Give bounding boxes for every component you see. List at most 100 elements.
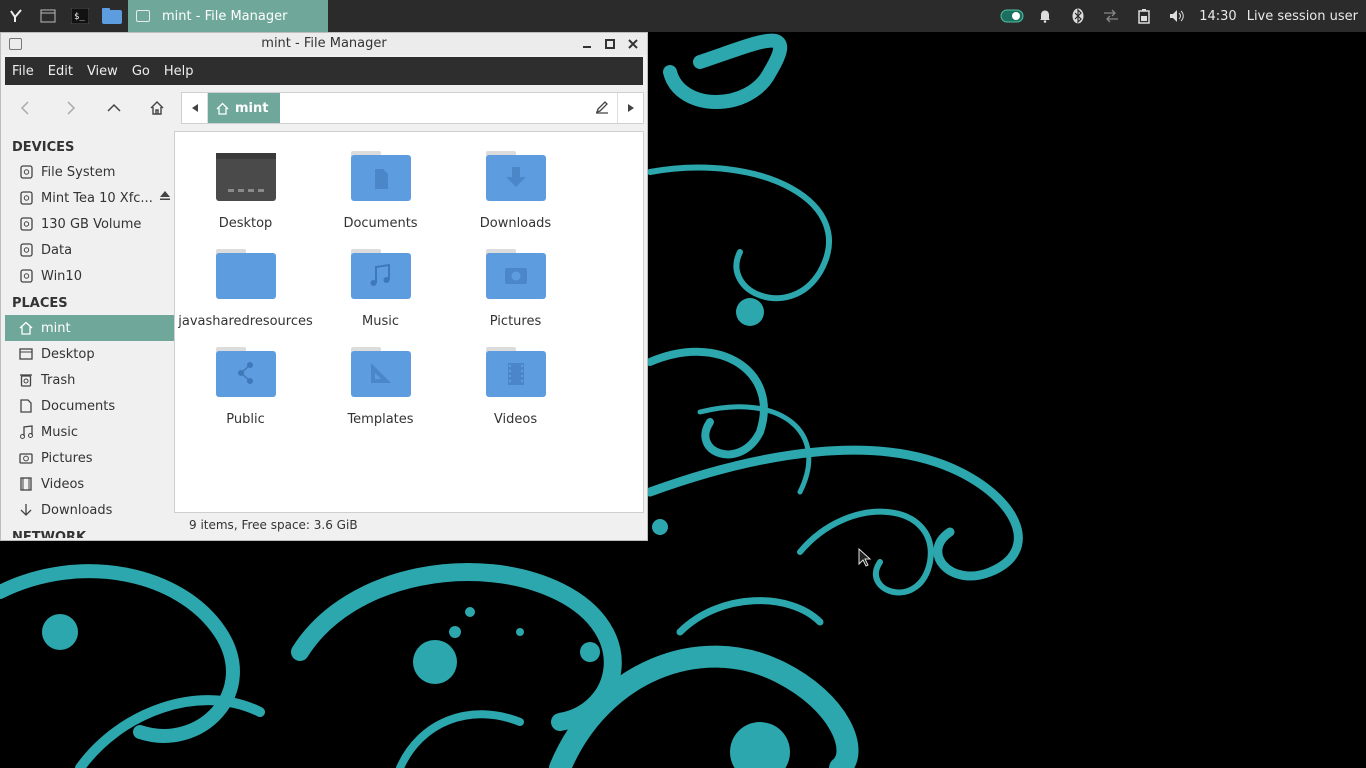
sidebar-item-downloads[interactable]: Downloads [5,497,174,523]
notifications-tray-item[interactable] [1028,0,1061,32]
file-item-desktop[interactable]: Desktop [178,149,313,231]
sidebar-item-label: Videos [41,476,85,492]
sidebar-item-win10[interactable]: Win10 [5,263,174,289]
sidebar-item-videos[interactable]: Videos [5,471,174,497]
breadcrumb-label: mint [235,100,269,116]
home-icon [19,321,33,335]
network-disconnected-icon [1103,9,1118,23]
file-item-music[interactable]: Music [313,247,448,329]
camera-icon [19,451,33,465]
sidebar-item-label: Documents [41,398,116,414]
file-manager-launcher[interactable] [96,0,128,32]
clock[interactable]: 14:30 [1193,9,1244,24]
bluetooth-icon [1072,8,1084,24]
file-item-label: Desktop [218,216,273,231]
eject-icon[interactable] [160,191,170,203]
videos-folder-icon [484,345,548,399]
file-item-downloads[interactable]: Downloads [448,149,583,231]
home-folder-icon [102,8,122,24]
sidebar-item-mint[interactable]: mint [5,315,174,341]
pictures-folder-icon [484,247,548,301]
breadcrumb-mint[interactable]: mint [208,93,281,123]
edit-location-button[interactable] [595,100,609,118]
window-titlebar[interactable]: mint - File Manager [1,33,647,55]
user-menu[interactable]: Live session user [1245,9,1366,24]
documents-folder-icon [349,149,413,203]
path-bar: mint [181,92,644,124]
path-scroll-right-button[interactable] [617,93,643,123]
chevron-right-icon [66,101,75,115]
close-button[interactable] [624,35,641,52]
sidebar-item-label: Desktop [41,346,95,362]
show-desktop-button[interactable] [32,0,64,32]
toggle-switch-icon [1000,9,1024,23]
speaker-icon [1169,10,1184,22]
sidebar-item-file-system[interactable]: File System [5,159,174,185]
close-icon [627,38,638,49]
sidebar-item-data[interactable]: Data [5,237,174,263]
parent-folder-button[interactable] [92,85,135,131]
file-item-videos[interactable]: Videos [448,345,583,427]
sidebar-item-trash[interactable]: Trash [5,367,174,393]
battery-icon [1137,9,1150,24]
sidebar-item-label: Music [41,424,78,440]
sidebar-item-label: Pictures [41,450,93,466]
devices-header: DEVICES [12,140,75,155]
back-button[interactable] [1,85,49,131]
minimize-button[interactable] [578,35,595,52]
drive-icon [19,191,33,205]
sidebar-item-music[interactable]: Music [5,419,174,445]
desktop-icon [19,347,33,361]
sidebar-item-desktop[interactable]: Desktop [5,341,174,367]
menu-help[interactable]: Help [157,64,201,79]
bluetooth-tray-item[interactable] [1061,0,1094,32]
status-bar: 9 items, Free space: 3.6 GiB [189,518,358,532]
file-item-javasharedresources[interactable]: javasharedresources [178,247,313,329]
whisker-menu-button[interactable] [0,0,32,32]
taskbar-file-manager[interactable]: mint - File Manager [128,0,328,32]
sidebar-item-130gb-volume[interactable]: 130 GB Volume [5,211,174,237]
sidebar-item-pictures[interactable]: Pictures [5,445,174,471]
terminal-icon: $_ [71,8,89,24]
drive-icon [19,269,33,283]
drive-icon [19,243,33,257]
file-item-label: javasharedresources [178,314,313,329]
sidebar-item-documents[interactable]: Documents [5,393,174,419]
file-item-pictures[interactable]: Pictures [448,247,583,329]
music-folder-icon [349,247,413,301]
sidebar-item-label: 130 GB Volume [41,216,142,232]
menu-edit[interactable]: Edit [41,64,80,79]
drive-icon [19,165,33,179]
power-tray-item[interactable] [1127,0,1160,32]
file-item-public[interactable]: Public [178,345,313,427]
chevron-up-icon [106,103,121,112]
terminal-launcher[interactable]: $_ [64,0,96,32]
svg-text:$_: $_ [74,12,85,22]
window-title: mint - File Manager [261,36,387,51]
volume-tray-item[interactable] [1160,0,1193,32]
sidebar-item-label: mint [41,320,71,336]
chevron-left-icon [20,101,29,115]
home-button[interactable] [135,85,178,131]
file-item-label: Videos [493,412,538,427]
menu-go[interactable]: Go [125,64,157,79]
maximize-button[interactable] [601,35,618,52]
menu-view[interactable]: View [80,64,125,79]
network-header: NETWORK [12,530,87,538]
sidebar-item-mint-tea[interactable]: Mint Tea 10 Xfc... [5,185,174,211]
triangle-left-icon [191,104,198,112]
sidebar-item-label: Downloads [41,502,113,518]
file-item-label: Templates [347,412,414,427]
file-item-templates[interactable]: Templates [313,345,448,427]
file-item-documents[interactable]: Documents [313,149,448,231]
toggle-tray-item[interactable] [995,0,1028,32]
network-tray-item[interactable] [1094,0,1127,32]
path-scroll-left-button[interactable] [182,93,208,123]
file-item-label: Pictures [489,314,542,329]
menu-file[interactable]: File [5,64,41,79]
pencil-icon [595,101,608,114]
document-icon [19,399,33,413]
forward-button[interactable] [49,85,92,131]
menu-bar: File Edit View Go Help [5,57,643,85]
file-view[interactable]: Desktop Documents Downloads javasharedre [174,131,644,513]
